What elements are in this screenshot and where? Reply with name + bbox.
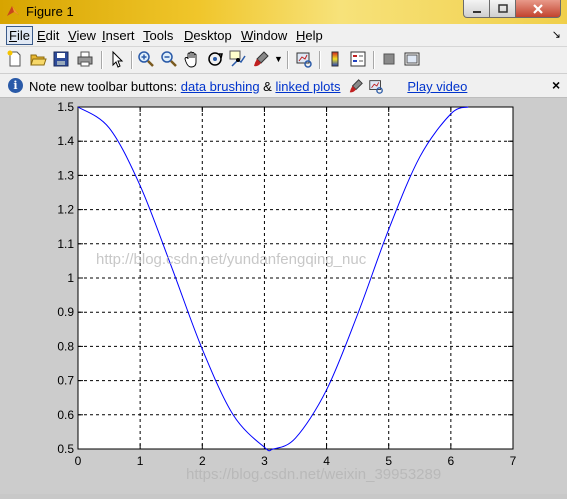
toolbar: ▼ [0,47,567,74]
window-title: Figure 1 [26,4,74,19]
menu-view-label: iew [76,28,96,43]
link-plot-icon [369,80,383,94]
y-tick-label: 0.7 [57,374,74,388]
brush-icon[interactable] [252,50,270,68]
info-bar-close-button[interactable]: × [552,77,560,93]
menu-desktop-key: D [184,28,194,43]
menu-edit[interactable]: Edit [35,27,61,44]
plot-axes[interactable]: 0 1 2 3 4 5 6 70.50.60.70.80.911.11.21.31.41.5 … [0,98,567,494]
data-cursor-icon[interactable] [229,50,247,68]
linked-plots-link[interactable]: linked plots [275,79,340,94]
close-button[interactable] [515,0,561,18]
menu-view[interactable]: View [66,27,98,44]
y-tick-label: 1 [67,271,74,285]
menu-tools-label: ools [149,28,174,43]
info-message: Note new toolbar buttons: data brushing … [29,78,467,94]
y-tick-label: 1.3 [57,168,74,182]
menu-help-key: H [296,28,306,43]
watermark-bottom: https://blog.csdn.net/weixin_39953289 [186,466,441,483]
grid-layer [77,106,514,450]
minimize-button[interactable] [463,0,490,18]
rotate-3d-icon[interactable] [206,50,224,68]
brush-icon [349,79,363,93]
y-tick-label: 0.5 [57,442,74,456]
link-plot-icon[interactable] [295,50,313,68]
menu-edit-key: E [37,28,46,43]
toolbar-separator [373,51,375,69]
y-tick-label: 1.4 [57,134,74,148]
hide-plot-tools-icon[interactable] [380,50,398,68]
maximize-icon [497,3,508,13]
show-plot-tools-icon[interactable] [403,50,421,68]
x-tick-label: 6 [448,454,455,468]
y-tick-label: 1.2 [57,203,74,217]
y-tick-label: 0.9 [57,305,74,319]
menu-window-key: W [241,28,254,43]
zoom-in-icon[interactable] [137,50,155,68]
zoom-out-icon[interactable] [160,50,178,68]
info-bar: i Note new toolbar buttons: data brushin… [0,74,567,98]
figure-canvas: 0 1 2 3 4 5 6 7 0.5 0.6 0.7 0.8 0.9 1 1.1 1.2 1.3 1.4 1.5 … [0,98,567,494]
matlab-icon [7,6,19,16]
menubar-dock-icon[interactable]: ↘ [552,28,561,41]
menu-window[interactable]: Window [239,27,289,44]
menu-window-label: indow [253,28,288,43]
menu-edit-label: dit [45,28,60,43]
info-ampersand: & [259,79,276,94]
maximize-button[interactable] [489,0,516,18]
menu-insert[interactable]: Insert [100,27,137,44]
menu-file-label: ile [16,28,30,43]
toolbar-separator [319,51,321,69]
save-icon[interactable] [52,50,70,68]
menu-bar: File Edit View Insert Tools Desktop Wind… [0,24,567,47]
minimize-icon [472,10,481,13]
new-figure-icon[interactable] [6,50,24,68]
info-icon: i [8,78,23,93]
brush-dropdown-icon[interactable]: ▼ [274,54,283,64]
pan-icon[interactable] [183,50,201,68]
menu-file[interactable]: File [6,26,33,45]
menu-tools[interactable]: Tools [141,27,175,44]
toolbar-separator [101,51,103,69]
y-tick-label: 0.6 [57,408,74,422]
y-tick-label: 0.8 [57,339,74,353]
menu-help[interactable]: Help [294,27,325,44]
y-tick-label: 1.1 [57,237,74,251]
info-prefix: Note new toolbar buttons: [29,79,181,94]
legend-icon[interactable] [349,50,367,68]
x-tick-label: 7 [510,454,517,468]
toolbar-separator [287,51,289,69]
figure-window: Figure 1 File Edit View Insert Tools Des… [0,0,567,494]
y-tick-label: 1.5 [57,100,74,114]
toolbar-separator [131,51,133,69]
colorbar-icon[interactable] [326,50,344,68]
edit-plot-icon[interactable] [108,50,126,68]
x-tick-label: 1 [137,454,144,468]
menu-desktop-label: esktop [193,28,232,43]
menu-file-key: F [9,28,17,43]
print-icon[interactable] [76,50,94,68]
menu-insert-label: nsert [105,28,135,43]
play-video-link[interactable]: Play video [407,79,467,94]
open-file-icon[interactable] [29,50,47,68]
title-bar[interactable]: Figure 1 [0,0,567,24]
watermark-center: http://blog.csdn.net/yundanfengqing_nuc [96,251,367,268]
data-brushing-link[interactable]: data brushing [181,79,260,94]
close-icon [533,3,543,14]
menu-desktop[interactable]: Desktop [182,27,234,44]
x-tick-label: 0 [75,454,82,468]
menu-help-label: elp [305,28,323,43]
